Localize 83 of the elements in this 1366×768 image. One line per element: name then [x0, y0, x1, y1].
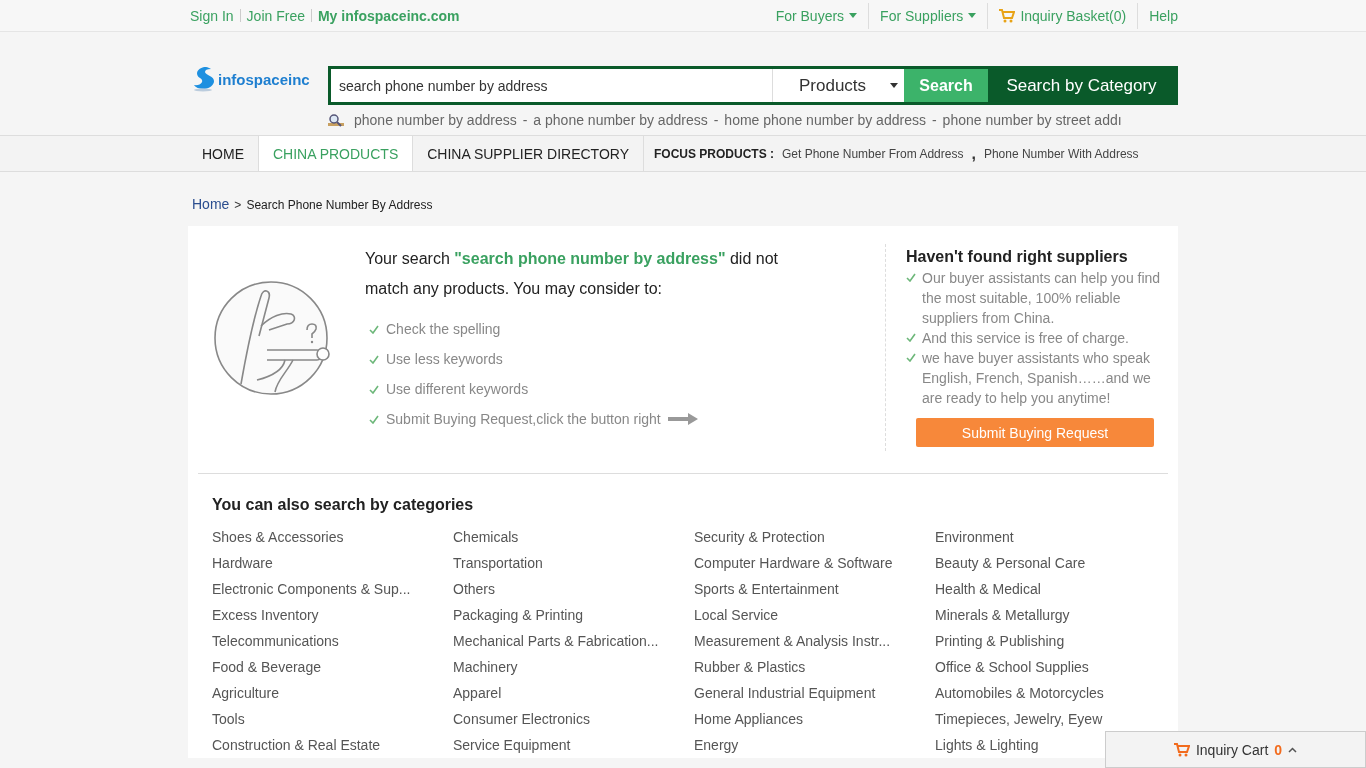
cart-label: Inquiry Cart [1195, 741, 1269, 758]
category-link[interactable]: Local Service [694, 602, 779, 628]
search-field[interactable]: search phone number by address [331, 69, 772, 102]
cart-icon [999, 8, 1016, 23]
focus-link[interactable]: Get Phone Number From Address [782, 136, 964, 171]
caret-icon [849, 13, 858, 18]
separator-dash: - [931, 112, 937, 128]
cart-icon [1173, 742, 1190, 757]
caret-icon [968, 13, 977, 18]
category-link[interactable]: Health & Medical [935, 576, 1041, 602]
cart-count: 0 [1274, 741, 1283, 758]
category-link[interactable]: Sports & Entertainment [694, 576, 839, 602]
logo-icon [192, 66, 216, 92]
category-link[interactable]: Agriculture [212, 680, 279, 706]
scope-dropdown[interactable]: Products [772, 69, 904, 102]
focus-link[interactable]: Phone Number With Address [983, 136, 1139, 171]
separator-dash: - [713, 112, 719, 128]
category-link[interactable]: Timepieces, Jewelry, Eyew [935, 706, 1103, 732]
search-icon [328, 113, 344, 127]
category-link[interactable]: Mechanical Parts & Fabrication... [453, 628, 659, 654]
category-link[interactable]: Beauty & Personal Care [935, 550, 1086, 576]
suggestion-link[interactable]: home phone number by address [724, 112, 926, 128]
category-link[interactable]: Office & School Supplies [935, 654, 1089, 680]
site-logo[interactable]: infospaceinc [192, 66, 328, 92]
category-link[interactable]: Printing & Publishing [935, 628, 1065, 654]
category-link[interactable]: Excess Inventory [212, 602, 319, 628]
nav-tab[interactable]: CHINA SUPPLIER DIRECTORY [413, 136, 644, 171]
no-result-message: Your search "search phone number by address" did not match any products. You may consider to: [365, 249, 779, 299]
category-link[interactable]: Computer Hardware & Software [694, 550, 893, 576]
category-link[interactable]: Machinery [453, 654, 518, 680]
separator-dash: - [522, 112, 528, 128]
category-link[interactable]: Rubber & Plastics [694, 654, 806, 680]
category-link[interactable]: Measurement & Analysis Instr... [694, 628, 891, 654]
category-link[interactable]: Telecommunications [212, 628, 339, 654]
check-icon [906, 353, 916, 362]
category-link[interactable]: Lights & Lighting [935, 732, 1039, 758]
category-link[interactable]: Home Appliances [694, 706, 803, 732]
category-link[interactable]: Shoes & Accessories [212, 524, 344, 550]
category-link[interactable]: Apparel [453, 680, 502, 706]
category-link[interactable]: Packaging & Printing [453, 602, 583, 628]
category-link[interactable]: Minerals & Metallurgy [935, 602, 1070, 628]
check-icon [369, 414, 379, 424]
check-icon [369, 324, 379, 334]
category-link[interactable]: Construction & Real Estate [212, 732, 381, 758]
assist-title: Haven't found right suppliers [906, 248, 1129, 266]
category-link[interactable]: Electronic Components & Sup... [212, 576, 411, 602]
check-icon [906, 333, 916, 342]
category-link[interactable]: Energy [694, 732, 739, 758]
category-link[interactable]: Transportation [453, 550, 543, 576]
assist-point: we have buyer assistants who speak English, French, Spanish……and we are ready to help you anytime! [922, 349, 1152, 408]
breadcrumb-current: Search Phone Number By Address [246, 198, 433, 212]
suggestion-link[interactable]: a phone number by address [533, 112, 708, 128]
focus-label: FOCUS PRODUCTS : [653, 145, 774, 163]
tip-text: Use less keywords [386, 351, 503, 367]
category-link[interactable]: Automobiles & Motorcycles [935, 680, 1104, 706]
category-link[interactable]: Service Equipment [453, 732, 571, 758]
chevron-up-icon [1288, 746, 1298, 753]
tip-text: Check the spelling [386, 321, 501, 337]
category-link[interactable]: Security & Protection [694, 524, 825, 550]
tip-text: Submit Buying Request,click the button right [386, 411, 661, 427]
right-arrow-icon [667, 413, 698, 425]
comma: , [971, 143, 976, 164]
check-icon [906, 273, 916, 282]
check-icon [369, 384, 379, 394]
category-link[interactable]: Hardware [212, 550, 273, 576]
tip-text: Use different keywords [386, 381, 529, 397]
category-link[interactable]: Environment [935, 524, 1014, 550]
category-link[interactable]: General Industrial Equipment [694, 680, 876, 706]
categories-title: You can also search by categories [212, 496, 475, 514]
breadcrumb-link[interactable]: Home [192, 196, 230, 212]
category-link[interactable]: Others [453, 576, 495, 602]
category-link[interactable]: Consumer Electronics [453, 706, 590, 732]
assist-point: And this service is free of charge. [922, 329, 1129, 348]
category-link[interactable]: Food & Beverage [212, 654, 321, 680]
caret-icon [890, 83, 898, 88]
suggestion-link[interactable]: phone number by street addı [942, 112, 1122, 128]
suggestion-link[interactable]: phone number by address [354, 112, 517, 128]
breadcrumb-separator: > [234, 198, 242, 212]
category-link[interactable]: Chemicals [453, 524, 519, 550]
category-link[interactable]: Tools [212, 706, 245, 732]
check-icon [369, 354, 379, 364]
assist-point: Our buyer assistants can help you find the most suitable, 100% reliable suppliers from China. [922, 269, 1162, 328]
inquiry-cart-bar[interactable]: Inquiry Cart 0 [1105, 731, 1366, 768]
